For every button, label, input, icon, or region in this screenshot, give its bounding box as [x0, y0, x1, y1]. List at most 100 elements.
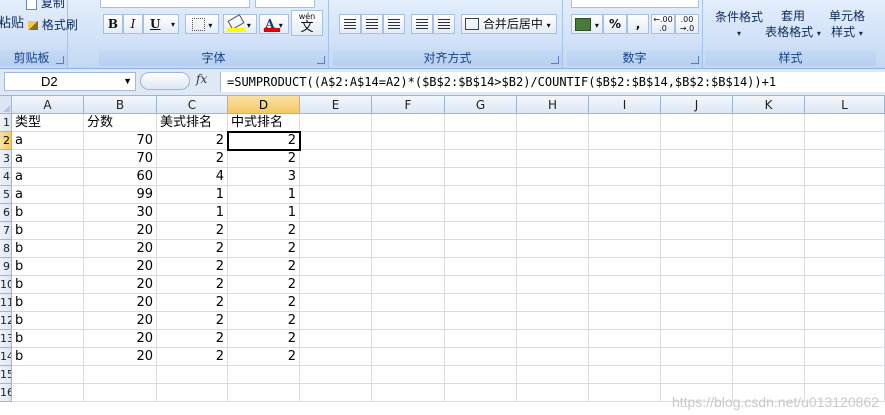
cell-f13[interactable] — [372, 330, 445, 348]
cell-d1[interactable]: 中式排名 — [228, 114, 300, 132]
bold-button[interactable]: B — [103, 14, 123, 34]
cell-f6[interactable] — [372, 204, 445, 222]
cell-j12[interactable] — [661, 312, 733, 330]
cell-i10[interactable] — [589, 276, 661, 294]
cell-h7[interactable] — [517, 222, 589, 240]
cell-c16[interactable] — [157, 384, 228, 402]
cell-j15[interactable] — [661, 366, 733, 384]
cell-i6[interactable] — [589, 204, 661, 222]
cell-j7[interactable] — [661, 222, 733, 240]
cell-c9[interactable]: 2 — [157, 258, 228, 276]
cell-l4[interactable] — [805, 168, 885, 186]
cell-k12[interactable] — [733, 312, 805, 330]
cell-b9[interactable]: 20 — [84, 258, 157, 276]
cell-l14[interactable] — [805, 348, 885, 366]
cell-h11[interactable] — [517, 294, 589, 312]
cell-h14[interactable] — [517, 348, 589, 366]
cell-l11[interactable] — [805, 294, 885, 312]
cell-e8[interactable] — [300, 240, 372, 258]
row-header-5[interactable]: 5 — [0, 186, 12, 204]
cell-h16[interactable] — [517, 384, 589, 402]
cell-k6[interactable] — [733, 204, 805, 222]
cell-i5[interactable] — [589, 186, 661, 204]
cell-e2[interactable] — [300, 132, 372, 150]
cell-g13[interactable] — [445, 330, 517, 348]
cell-f12[interactable] — [372, 312, 445, 330]
cell-style-button[interactable]: 单元格 样式 ▾ — [819, 8, 875, 42]
cell-f10[interactable] — [372, 276, 445, 294]
formula-bar-splitter[interactable] — [140, 72, 190, 90]
cell-d9[interactable]: 2 — [228, 258, 300, 276]
row-header-8[interactable]: 8 — [0, 240, 12, 258]
cell-a8[interactable]: b — [12, 240, 84, 258]
cell-h1[interactable] — [517, 114, 589, 132]
cell-b8[interactable]: 20 — [84, 240, 157, 258]
cell-c2[interactable]: 2 — [157, 132, 228, 150]
cell-e13[interactable] — [300, 330, 372, 348]
cell-h13[interactable] — [517, 330, 589, 348]
cell-l13[interactable] — [805, 330, 885, 348]
cell-a11[interactable]: b — [12, 294, 84, 312]
cell-b6[interactable]: 30 — [84, 204, 157, 222]
column-header-f[interactable]: F — [372, 96, 445, 114]
cell-j8[interactable] — [661, 240, 733, 258]
cell-b5[interactable]: 99 — [84, 186, 157, 204]
formula-input[interactable]: =SUMPRODUCT((A$2:A$14=A2)*($B$2:$B$14>$B… — [220, 72, 885, 92]
cell-h4[interactable] — [517, 168, 589, 186]
row-header-12[interactable]: 12 — [0, 312, 12, 330]
cell-i16[interactable] — [589, 384, 661, 402]
cell-a7[interactable]: b — [12, 222, 84, 240]
cell-d13[interactable]: 2 — [228, 330, 300, 348]
cell-d8[interactable]: 2 — [228, 240, 300, 258]
cell-c13[interactable]: 2 — [157, 330, 228, 348]
cell-d5[interactable]: 1 — [228, 186, 300, 204]
cell-j2[interactable] — [661, 132, 733, 150]
cell-f1[interactable] — [372, 114, 445, 132]
cell-b10[interactable]: 20 — [84, 276, 157, 294]
cell-i8[interactable] — [589, 240, 661, 258]
name-box[interactable]: D2 ▼ — [4, 72, 136, 91]
cell-e10[interactable] — [300, 276, 372, 294]
cell-b12[interactable]: 20 — [84, 312, 157, 330]
row-header-15[interactable]: 15 — [0, 366, 12, 384]
cell-l5[interactable] — [805, 186, 885, 204]
cell-l9[interactable] — [805, 258, 885, 276]
cell-g12[interactable] — [445, 312, 517, 330]
cell-h9[interactable] — [517, 258, 589, 276]
cell-k11[interactable] — [733, 294, 805, 312]
clipboard-launcher-icon[interactable] — [56, 56, 64, 64]
cell-k14[interactable] — [733, 348, 805, 366]
cell-d7[interactable]: 2 — [228, 222, 300, 240]
column-header-k[interactable]: K — [733, 96, 805, 114]
cell-l15[interactable] — [805, 366, 885, 384]
cell-e11[interactable] — [300, 294, 372, 312]
column-header-e[interactable]: E — [300, 96, 372, 114]
cell-h10[interactable] — [517, 276, 589, 294]
cell-j6[interactable] — [661, 204, 733, 222]
cell-d14[interactable]: 2 — [228, 348, 300, 366]
cell-h12[interactable] — [517, 312, 589, 330]
cell-g8[interactable] — [445, 240, 517, 258]
cell-j13[interactable] — [661, 330, 733, 348]
cell-i7[interactable] — [589, 222, 661, 240]
row-header-13[interactable]: 13 — [0, 330, 12, 348]
table-format-button[interactable]: 套用 表格格式 ▾ — [763, 8, 823, 42]
cell-e16[interactable] — [300, 384, 372, 402]
underline-button[interactable]: U ▾ — [143, 14, 179, 34]
merge-center-button[interactable]: 合并后居中 ▾ — [461, 14, 557, 34]
cell-i1[interactable] — [589, 114, 661, 132]
cell-k7[interactable] — [733, 222, 805, 240]
cell-c7[interactable]: 2 — [157, 222, 228, 240]
cell-g3[interactable] — [445, 150, 517, 168]
cell-d4[interactable]: 3 — [228, 168, 300, 186]
cell-l6[interactable] — [805, 204, 885, 222]
cell-c10[interactable]: 2 — [157, 276, 228, 294]
row-header-14[interactable]: 14 — [0, 348, 12, 366]
cell-b16[interactable] — [84, 384, 157, 402]
cell-e12[interactable] — [300, 312, 372, 330]
cell-h8[interactable] — [517, 240, 589, 258]
number-format-combo[interactable] — [571, 0, 699, 8]
cell-a3[interactable]: a — [12, 150, 84, 168]
cell-e9[interactable] — [300, 258, 372, 276]
cell-k1[interactable] — [733, 114, 805, 132]
